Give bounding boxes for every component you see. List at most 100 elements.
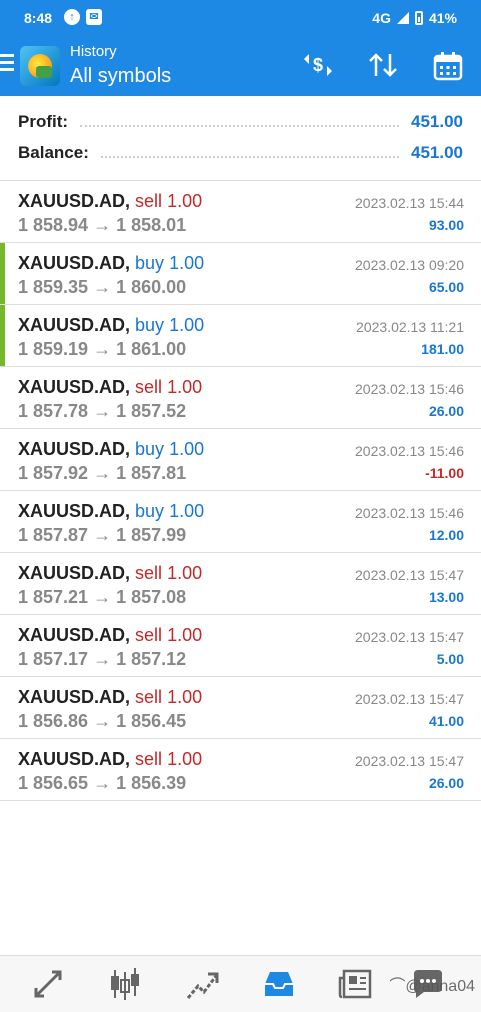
trade-row[interactable]: XAUUSD.AD, sell 1.00 1 858.94 → 1 858.01 2… (0, 181, 481, 243)
trade-row[interactable]: XAUUSD.AD, sell 1.00 1 856.86 → 1 856.45 2… (0, 677, 481, 739)
menu-icon[interactable] (0, 54, 14, 75)
dotted-leader (100, 156, 399, 158)
app-logo[interactable] (20, 46, 60, 86)
trade-symbol-line: XAUUSD.AD, sell 1.00 (18, 563, 202, 584)
calendar-button[interactable] (430, 50, 466, 82)
trade-symbol: XAUUSD.AD, (18, 439, 131, 459)
sort-button[interactable] (365, 50, 401, 82)
trade-symbol-line: XAUUSD.AD, sell 1.00 (18, 191, 202, 212)
signal-icon (396, 12, 409, 24)
app-toolbar: History All symbols $ (0, 36, 481, 96)
trade-profit: -11.00 (425, 465, 464, 481)
status-right: 4G 41% (372, 10, 457, 26)
close-price: 1 856.45 (116, 711, 187, 731)
trade-side: sell 1.00 (135, 563, 202, 583)
trade-prices: 1 856.86 → 1 856.45 (18, 711, 186, 732)
position-marker (0, 305, 5, 366)
trade-prices: 1 857.17 → 1 857.12 (18, 649, 186, 670)
nav-quotes[interactable] (28, 966, 68, 1002)
history-summary: Profit: 451.00 Balance: 451.00 (0, 96, 481, 181)
trade-row[interactable]: XAUUSD.AD, sell 1.00 1 857.17 → 1 857.12 2… (0, 615, 481, 677)
open-price: 1 857.92 (18, 463, 89, 483)
trade-profit: 5.00 (436, 651, 464, 667)
trade-prices: 1 857.87 → 1 857.99 (18, 525, 186, 546)
open-price: 1 857.87 (18, 525, 89, 545)
trade-symbol-line: XAUUSD.AD, sell 1.00 (18, 687, 202, 708)
trade-time: 2023.02.13 15:44 (355, 195, 464, 211)
close-price: 1 857.08 (116, 587, 187, 607)
notification-icons: ↑ ✉ (64, 9, 102, 25)
trade-symbol-line: XAUUSD.AD, sell 1.00 (18, 625, 202, 646)
trade-time: 2023.02.13 15:47 (355, 753, 464, 769)
trade-profit: 93.00 (428, 217, 464, 233)
trade-symbol: XAUUSD.AD, (18, 625, 131, 645)
trade-symbol-line: XAUUSD.AD, buy 1.00 (18, 253, 204, 274)
open-price: 1 857.17 (18, 649, 89, 669)
trade-side-type: sell (135, 749, 163, 769)
dotted-leader (80, 125, 399, 127)
open-price: 1 857.78 (18, 401, 89, 421)
trade-side: buy 1.00 (135, 501, 204, 521)
trade-side: buy 1.00 (135, 253, 204, 273)
upload-icon: ↑ (64, 9, 80, 25)
trade-prices: 1 857.21 → 1 857.08 (18, 587, 186, 608)
position-marker (0, 243, 5, 304)
trade-side-type: sell (135, 191, 163, 211)
trade-symbol-line: XAUUSD.AD, sell 1.00 (18, 749, 202, 770)
trade-row[interactable]: XAUUSD.AD, sell 1.00 1 857.78 → 1 857.52 2… (0, 367, 481, 429)
status-time: 8:48 (24, 10, 53, 26)
trade-time: 2023.02.13 15:47 (355, 691, 464, 707)
inbox-icon (265, 972, 293, 996)
trade-side-type: buy (135, 501, 165, 521)
trade-time: 2023.02.13 09:20 (355, 257, 464, 273)
trade-row[interactable]: XAUUSD.AD, buy 1.00 1 859.19 → 1 861.00 20… (0, 305, 481, 367)
trade-volume: 1.00 (167, 377, 203, 397)
trade-time: 2023.02.13 15:46 (355, 381, 464, 397)
nav-chart[interactable] (105, 966, 145, 1002)
trade-symbol-line: XAUUSD.AD, buy 1.00 (18, 315, 204, 336)
dollar-arrows-icon: $ (304, 54, 332, 76)
nav-news[interactable] (336, 966, 376, 1002)
trade-profit: 41.00 (428, 713, 464, 729)
candlestick-icon (111, 968, 139, 1000)
trade-side: buy 1.00 (135, 315, 204, 335)
open-price: 1 859.19 (18, 339, 89, 359)
profit-value: 451.00 (411, 112, 463, 131)
trade-time: 2023.02.13 15:47 (355, 567, 464, 583)
trade-symbol: XAUUSD.AD, (18, 253, 131, 273)
nav-history[interactable] (259, 966, 299, 1002)
trade-symbol-line: XAUUSD.AD, sell 1.00 (18, 377, 202, 398)
trade-prices: 1 859.35 → 1 860.00 (18, 277, 186, 298)
trade-volume: 1.00 (167, 687, 203, 707)
balance-label: Balance: (18, 143, 89, 162)
arrow-icon: → (93, 773, 112, 793)
trade-row[interactable]: XAUUSD.AD, buy 1.00 1 859.35 → 1 860.00 20… (0, 243, 481, 305)
trade-row[interactable]: XAUUSD.AD, sell 1.00 1 857.21 → 1 857.08 2… (0, 553, 481, 615)
trade-profit: 26.00 (428, 403, 464, 419)
trade-row[interactable]: XAUUSD.AD, buy 1.00 1 857.92 → 1 857.81 20… (0, 429, 481, 491)
trade-side: sell 1.00 (135, 377, 202, 397)
trade-volume: 1.00 (169, 501, 205, 521)
close-price: 1 857.99 (116, 525, 187, 545)
open-price: 1 856.86 (18, 711, 89, 731)
trade-volume: 1.00 (167, 563, 203, 583)
trade-row[interactable]: XAUUSD.AD, buy 1.00 1 857.87 → 1 857.99 20… (0, 491, 481, 553)
trade-volume: 1.00 (167, 191, 203, 211)
sort-arrows-icon (369, 53, 397, 77)
nav-trade[interactable] (182, 966, 222, 1002)
trade-prices: 1 858.94 → 1 858.01 (18, 215, 186, 236)
arrow-icon: → (93, 463, 112, 483)
trade-symbol: XAUUSD.AD, (18, 377, 131, 397)
trade-time: 2023.02.13 15:46 (355, 505, 464, 521)
trade-row[interactable]: XAUUSD.AD, sell 1.00 1 856.65 → 1 856.39 2… (0, 739, 481, 801)
arrow-icon: → (93, 277, 112, 297)
trade-volume: 1.00 (169, 315, 205, 335)
toolbar-title[interactable]: All symbols (70, 65, 171, 88)
deposit-button[interactable]: $ (300, 50, 336, 82)
open-price: 1 857.21 (18, 587, 89, 607)
arrow-icon: → (93, 587, 112, 607)
newspaper-icon (338, 969, 372, 999)
trade-side: sell 1.00 (135, 191, 202, 211)
message-icon: ✉ (86, 9, 102, 25)
trade-side-type: sell (135, 377, 163, 397)
